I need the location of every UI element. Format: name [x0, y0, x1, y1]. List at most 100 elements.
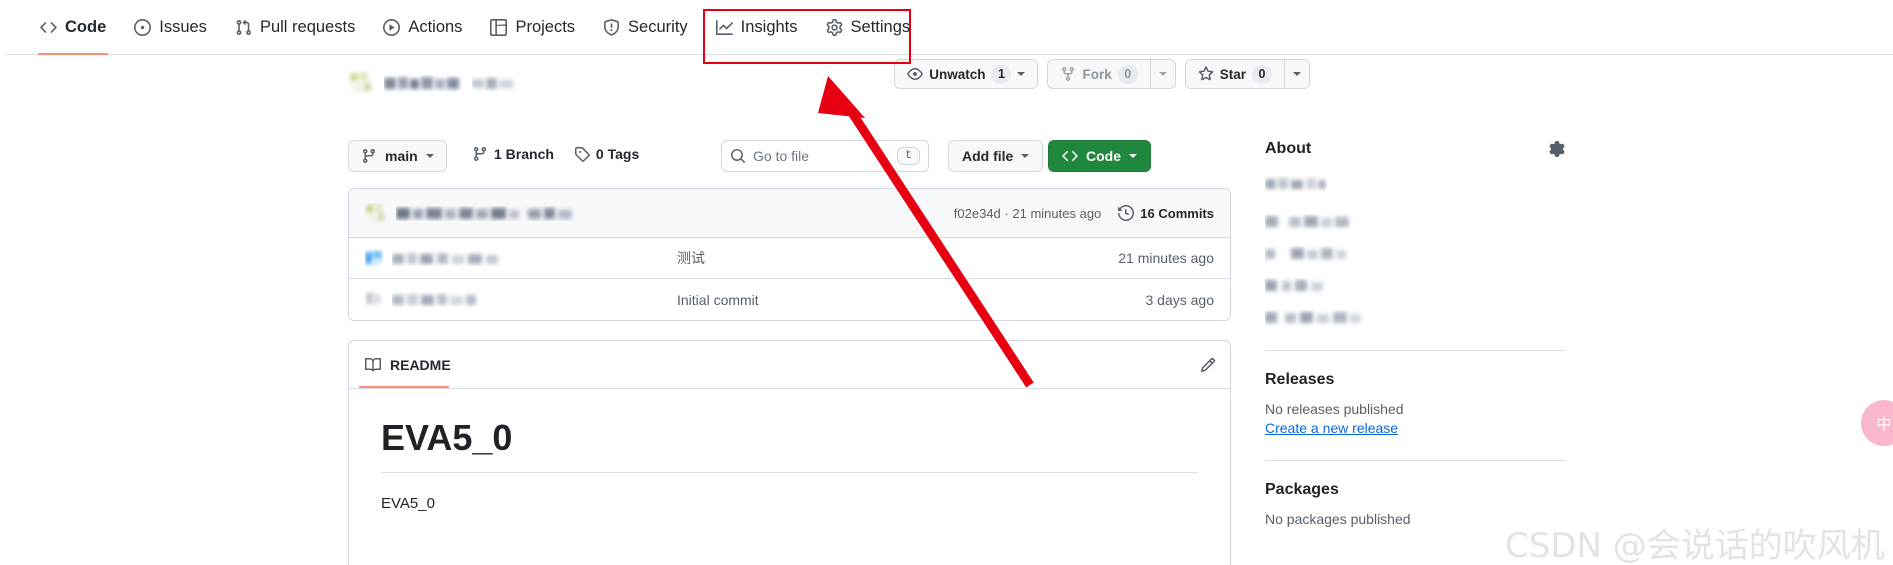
- create-release-link[interactable]: Create a new release: [1265, 420, 1565, 436]
- commit-sha-and-time[interactable]: f02e34d · 21 minutes ago: [954, 206, 1102, 221]
- eye-icon: [907, 66, 924, 82]
- branch-selector[interactable]: main: [348, 140, 447, 172]
- nav-tab-insights[interactable]: Insights: [702, 0, 812, 55]
- add-file-button[interactable]: Add file: [948, 140, 1044, 172]
- about-section-header: About: [1265, 140, 1565, 158]
- csdn-watermark: CSDN @会说话的吹风机: [1505, 526, 1885, 565]
- chevron-down-icon: [1021, 154, 1030, 158]
- about-topics: [1265, 214, 1565, 326]
- about-title: About: [1265, 140, 1312, 157]
- nav-tab-pull-requests[interactable]: Pull requests: [221, 0, 369, 55]
- nav-tab-label: Actions: [408, 17, 463, 36]
- readme-tab[interactable]: README: [359, 341, 457, 388]
- about-description-text: [1265, 176, 1327, 192]
- branch-icon: [361, 148, 377, 164]
- fork-icon: [1060, 66, 1076, 82]
- nav-tab-issues[interactable]: Issues: [120, 0, 221, 55]
- pull-request-icon: [235, 19, 252, 36]
- branch-label: main: [385, 148, 418, 164]
- file-name-cell[interactable]: [365, 249, 677, 267]
- star-label: Star: [1219, 66, 1246, 82]
- go-to-file-search[interactable]: Go to file t: [721, 140, 929, 172]
- branch-tag-meta: 1 Branch 0 Tags: [472, 146, 639, 162]
- play-icon: [383, 18, 401, 36]
- commit-time: 21 minutes ago: [1012, 205, 1102, 221]
- file-name-cell[interactable]: [365, 291, 677, 309]
- edit-pencil-icon[interactable]: [1200, 357, 1216, 373]
- about-description: [1265, 176, 1565, 192]
- fork-button-group: Fork 0: [1047, 59, 1176, 89]
- search-input[interactable]: Go to file: [753, 148, 890, 164]
- latest-commit-meta: f02e34d · 21 minutes ago 16 Commits: [954, 205, 1214, 221]
- nav-tab-actions[interactable]: Actions: [369, 0, 476, 55]
- about-meta-row: [1265, 246, 1353, 262]
- shield-icon: [603, 18, 620, 36]
- nav-tab-label: Security: [628, 17, 688, 36]
- nav-tab-security[interactable]: Security: [589, 0, 702, 55]
- nav-tab-settings[interactable]: Settings: [812, 0, 925, 55]
- tag-icon: [574, 146, 590, 162]
- releases-empty-text: No releases published: [1265, 401, 1404, 417]
- about-meta-row: [1265, 278, 1337, 294]
- readme-paragraph: EVA5_0: [381, 495, 435, 512]
- history-icon: [1118, 205, 1135, 221]
- fork-count: 0: [1117, 64, 1138, 84]
- packages-header: Packages: [1265, 481, 1565, 499]
- star-button[interactable]: Star 0: [1184, 59, 1284, 89]
- nav-tab-projects[interactable]: Projects: [476, 0, 589, 55]
- releases-section: Releases No releases published Create a …: [1265, 371, 1565, 436]
- code-icon: [40, 19, 57, 36]
- commits-count-label: 16 Commits: [1140, 205, 1214, 221]
- watch-count: 1: [991, 64, 1012, 84]
- commit-message[interactable]: 测试: [677, 248, 1064, 268]
- sidebar-divider: [1265, 350, 1565, 351]
- gear-icon: [826, 18, 843, 36]
- file-list-container: f02e34d · 21 minutes ago 16 Commits 测试 2…: [348, 188, 1231, 321]
- branch-count-link[interactable]: 1 Branch: [472, 146, 554, 162]
- branch-count-label: 1 Branch: [494, 146, 554, 162]
- file-type-icon: [365, 291, 383, 309]
- commit-author-and-message: [396, 206, 582, 221]
- nav-tab-label: Issues: [159, 17, 207, 36]
- issue-icon: [134, 18, 152, 36]
- releases-header: Releases: [1265, 371, 1565, 389]
- fork-button[interactable]: Fork 0: [1047, 59, 1150, 89]
- packages-title: Packages: [1265, 481, 1339, 498]
- gear-icon[interactable]: [1549, 141, 1565, 157]
- star-icon: [1198, 66, 1214, 82]
- readme-body: EVA5_0 EVA5_0: [349, 389, 1230, 538]
- file-name: [392, 292, 478, 307]
- search-icon: [730, 148, 746, 164]
- commit-time: 21 minutes ago: [1118, 250, 1214, 266]
- nav-tab-code[interactable]: Code: [26, 0, 120, 55]
- commit-sha: f02e34d: [953, 205, 1001, 221]
- fork-label: Fork: [1082, 66, 1112, 82]
- table-row[interactable]: 测试 21 minutes ago: [349, 238, 1230, 279]
- releases-title: Releases: [1265, 371, 1335, 388]
- nav-tab-label: Projects: [515, 17, 576, 36]
- commits-count-link[interactable]: 16 Commits: [1118, 205, 1214, 221]
- readme-panel: README EVA5_0 EVA5_0: [348, 340, 1231, 565]
- file-type-icon: [365, 249, 383, 267]
- book-icon: [365, 357, 381, 373]
- code-button[interactable]: Code: [1048, 140, 1151, 172]
- tag-count-link[interactable]: 0 Tags: [574, 146, 639, 162]
- nav-tab-label: Code: [65, 17, 107, 36]
- floating-assistant-button[interactable]: 中: [1861, 400, 1893, 446]
- repo-sidebar: About Releases No releases published Cre…: [1265, 140, 1565, 527]
- repo-nav-bar: Code Issues Pull requests Actions Projec…: [0, 0, 1893, 55]
- table-row[interactable]: Initial commit 3 days ago: [349, 279, 1230, 320]
- table-icon: [490, 18, 508, 36]
- readme-heading: EVA5_0: [381, 415, 1198, 473]
- branch-icon: [472, 146, 488, 162]
- fork-dropdown-button[interactable]: [1149, 59, 1176, 89]
- add-file-label: Add file: [962, 148, 1014, 164]
- nav-tab-label: Settings: [850, 17, 911, 36]
- code-button-label: Code: [1086, 148, 1121, 164]
- commit-message[interactable]: Initial commit: [677, 292, 1064, 308]
- star-dropdown-button[interactable]: [1284, 59, 1310, 89]
- owner-avatar: [348, 70, 374, 96]
- watch-button[interactable]: Unwatch 1: [894, 59, 1039, 89]
- repo-title-breadcrumb[interactable]: [348, 70, 518, 96]
- nav-tab-label: Pull requests: [259, 17, 356, 36]
